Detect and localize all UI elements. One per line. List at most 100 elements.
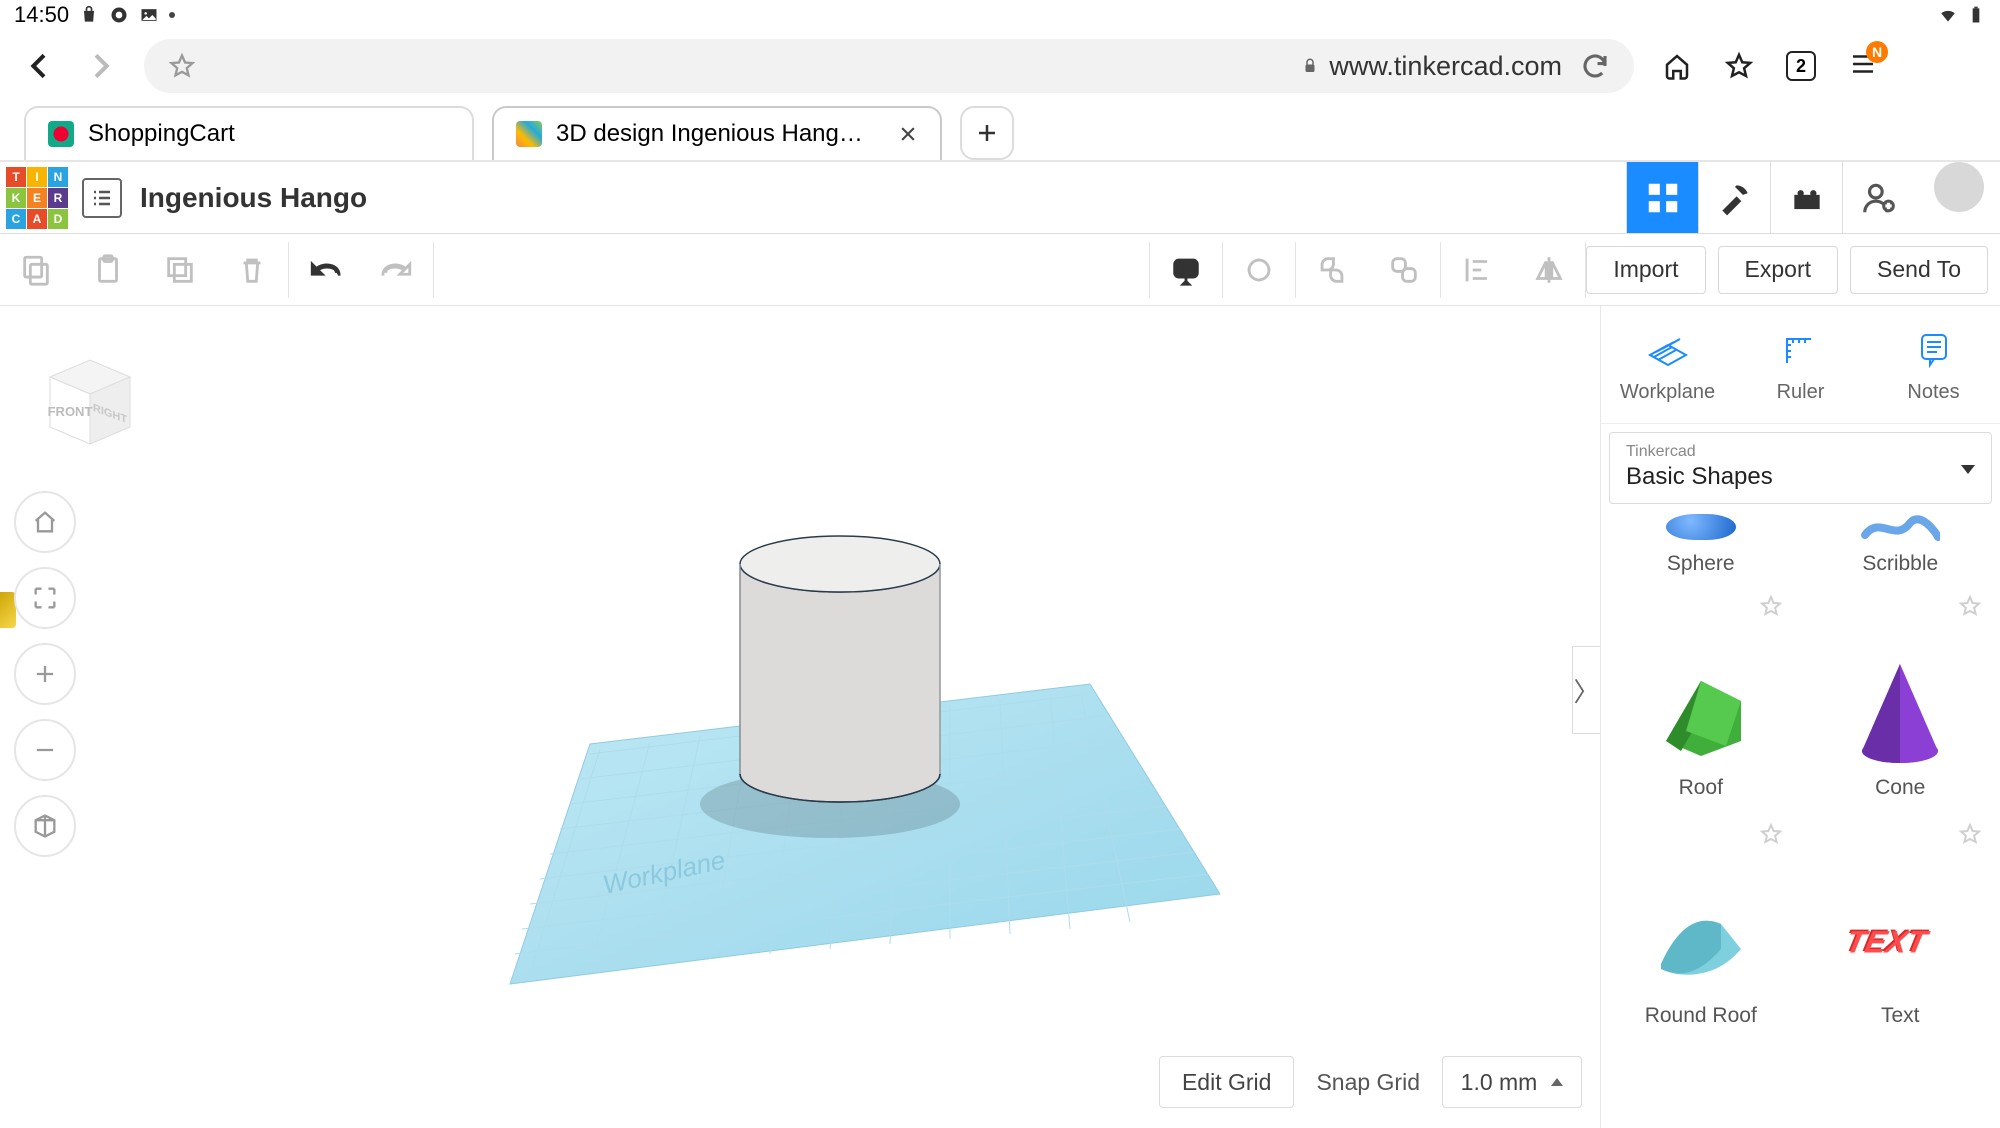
collapse-panel-button[interactable]: 〉 bbox=[1572, 646, 1600, 734]
snap-grid-value: 1.0 mm bbox=[1461, 1069, 1538, 1096]
favorite-icon[interactable] bbox=[1958, 822, 1982, 846]
workspace-blocks-button[interactable] bbox=[1698, 162, 1770, 233]
list-icon bbox=[90, 186, 114, 210]
view-controls bbox=[14, 491, 76, 857]
home-view-button[interactable] bbox=[14, 491, 76, 553]
more-icon bbox=[169, 12, 175, 18]
browser-tab-shoppingcart[interactable]: ShoppingCart bbox=[24, 106, 474, 160]
import-button[interactable]: Import bbox=[1586, 246, 1705, 294]
notification-badge: N bbox=[1866, 41, 1888, 63]
shape-text[interactable]: TEXTTEXT Text bbox=[1801, 816, 2000, 1044]
edit-toolbar: Import Export Send To bbox=[0, 234, 2000, 306]
reload-icon[interactable] bbox=[1580, 51, 1610, 81]
scene: Workplane bbox=[320, 374, 1280, 994]
duplicate-button[interactable] bbox=[144, 234, 216, 305]
favorite-icon[interactable] bbox=[1759, 594, 1783, 618]
favicon-icon bbox=[48, 121, 74, 147]
align-button[interactable] bbox=[1441, 234, 1513, 305]
notes-icon bbox=[1910, 325, 1958, 373]
tab-title: ShoppingCart bbox=[88, 120, 235, 148]
shape-label: Text bbox=[1881, 1004, 1920, 1028]
perspective-button[interactable] bbox=[14, 795, 76, 857]
browser-menu-button[interactable]: N bbox=[1848, 49, 1878, 84]
workspace-bricks-button[interactable] bbox=[1770, 162, 1842, 233]
workspace-switcher bbox=[1626, 162, 2000, 233]
back-button[interactable] bbox=[24, 50, 56, 82]
bookmark-icon[interactable] bbox=[1724, 51, 1754, 81]
grid-icon bbox=[1644, 179, 1682, 217]
shape-round-roof[interactable]: Round Roof bbox=[1601, 816, 1801, 1044]
document-list-button[interactable] bbox=[82, 178, 122, 218]
shape-sphere[interactable]: Sphere bbox=[1601, 508, 1801, 588]
ungroup-button[interactable] bbox=[1368, 234, 1440, 305]
snap-grid-label: Snap Grid bbox=[1316, 1069, 1420, 1096]
tinkercad-logo[interactable]: TINKERCAD bbox=[6, 167, 68, 229]
android-status-bar: 14:50 bbox=[0, 0, 2000, 30]
url-bar[interactable]: www.tinkercad.com bbox=[144, 39, 1634, 93]
browser-toolbar: www.tinkercad.com 2 N bbox=[0, 30, 2000, 102]
favorite-icon[interactable] bbox=[1759, 822, 1783, 846]
zoom-in-button[interactable] bbox=[14, 643, 76, 705]
export-button[interactable]: Export bbox=[1718, 246, 1838, 294]
snap-grid-select[interactable]: 1.0 mm bbox=[1442, 1056, 1582, 1108]
favorite-icon[interactable] bbox=[1958, 594, 1982, 618]
workplane-tool[interactable]: Workplane bbox=[1601, 306, 1734, 423]
document-title[interactable]: Ingenious Hango bbox=[140, 182, 367, 214]
workspace-3d-button[interactable] bbox=[1626, 162, 1698, 233]
ruler-tool[interactable]: Ruler bbox=[1734, 306, 1867, 423]
shape-label: Round Roof bbox=[1645, 1004, 1757, 1028]
tab-title: 3D design Ingenious Hang… bbox=[556, 120, 863, 148]
image-icon bbox=[139, 5, 159, 25]
shape-label: Scribble bbox=[1862, 552, 1938, 576]
shape-label: Sphere bbox=[1667, 552, 1735, 576]
fit-view-button[interactable] bbox=[14, 567, 76, 629]
notes-tool[interactable]: Notes bbox=[1867, 306, 2000, 423]
3d-canvas[interactable]: FRONT RIGHT Workplane bbox=[0, 306, 1600, 1128]
brick-icon bbox=[1788, 179, 1826, 217]
close-tab-icon[interactable] bbox=[898, 124, 918, 144]
delete-button[interactable] bbox=[216, 234, 288, 305]
show-all-button[interactable] bbox=[1223, 234, 1295, 305]
new-tab-button[interactable] bbox=[960, 106, 1014, 160]
shape-library-name: Basic Shapes bbox=[1626, 463, 1975, 491]
battery-icon bbox=[1966, 5, 1986, 25]
invite-button[interactable] bbox=[1842, 162, 1914, 233]
shape-cone[interactable]: Cone bbox=[1801, 588, 2000, 816]
redo-button[interactable] bbox=[361, 234, 433, 305]
browser-tab-strip: ShoppingCart 3D design Ingenious Hang… bbox=[0, 102, 2000, 162]
shape-library-small: Tinkercad bbox=[1626, 443, 1975, 461]
shape-scribble[interactable]: Scribble bbox=[1801, 508, 2000, 588]
copy-button[interactable] bbox=[0, 234, 72, 305]
caret-up-icon bbox=[1551, 1078, 1563, 1086]
paste-button[interactable] bbox=[72, 234, 144, 305]
chrome-icon bbox=[109, 5, 129, 25]
forward-button[interactable] bbox=[84, 50, 116, 82]
shape-roof[interactable]: Roof bbox=[1601, 588, 1801, 816]
tabs-button[interactable]: 2 bbox=[1786, 51, 1816, 81]
plus-icon bbox=[975, 121, 999, 145]
svg-text:TEXT: TEXT bbox=[1845, 924, 1933, 960]
shape-grid: Sphere Scribble Roof Cone bbox=[1601, 504, 2000, 1128]
send-to-button[interactable]: Send To bbox=[1850, 246, 1988, 294]
group-button[interactable] bbox=[1296, 234, 1368, 305]
ruler-icon bbox=[1777, 325, 1825, 373]
shape-label: Roof bbox=[1679, 776, 1723, 800]
app-header: TINKERCAD Ingenious Hango bbox=[0, 162, 2000, 234]
undo-button[interactable] bbox=[289, 234, 361, 305]
zoom-out-button[interactable] bbox=[14, 719, 76, 781]
shape-label: Cone bbox=[1875, 776, 1925, 800]
home-icon[interactable] bbox=[1662, 51, 1692, 81]
edit-grid-button[interactable]: Edit Grid bbox=[1159, 1056, 1294, 1108]
url-text: www.tinkercad.com bbox=[1329, 51, 1562, 82]
favicon-icon bbox=[516, 121, 542, 147]
visibility-button[interactable] bbox=[1150, 234, 1222, 305]
lock-icon bbox=[1301, 57, 1319, 75]
mirror-button[interactable] bbox=[1513, 234, 1585, 305]
bag-icon bbox=[79, 5, 99, 25]
shape-library-select[interactable]: Tinkercad Basic Shapes bbox=[1609, 432, 1992, 504]
person-add-icon bbox=[1860, 179, 1898, 217]
viewcube[interactable]: FRONT RIGHT bbox=[30, 342, 150, 462]
bookmark-star-icon[interactable] bbox=[168, 52, 196, 80]
browser-tab-tinkercad[interactable]: 3D design Ingenious Hang… bbox=[492, 106, 942, 160]
user-avatar[interactable] bbox=[1934, 162, 1984, 212]
